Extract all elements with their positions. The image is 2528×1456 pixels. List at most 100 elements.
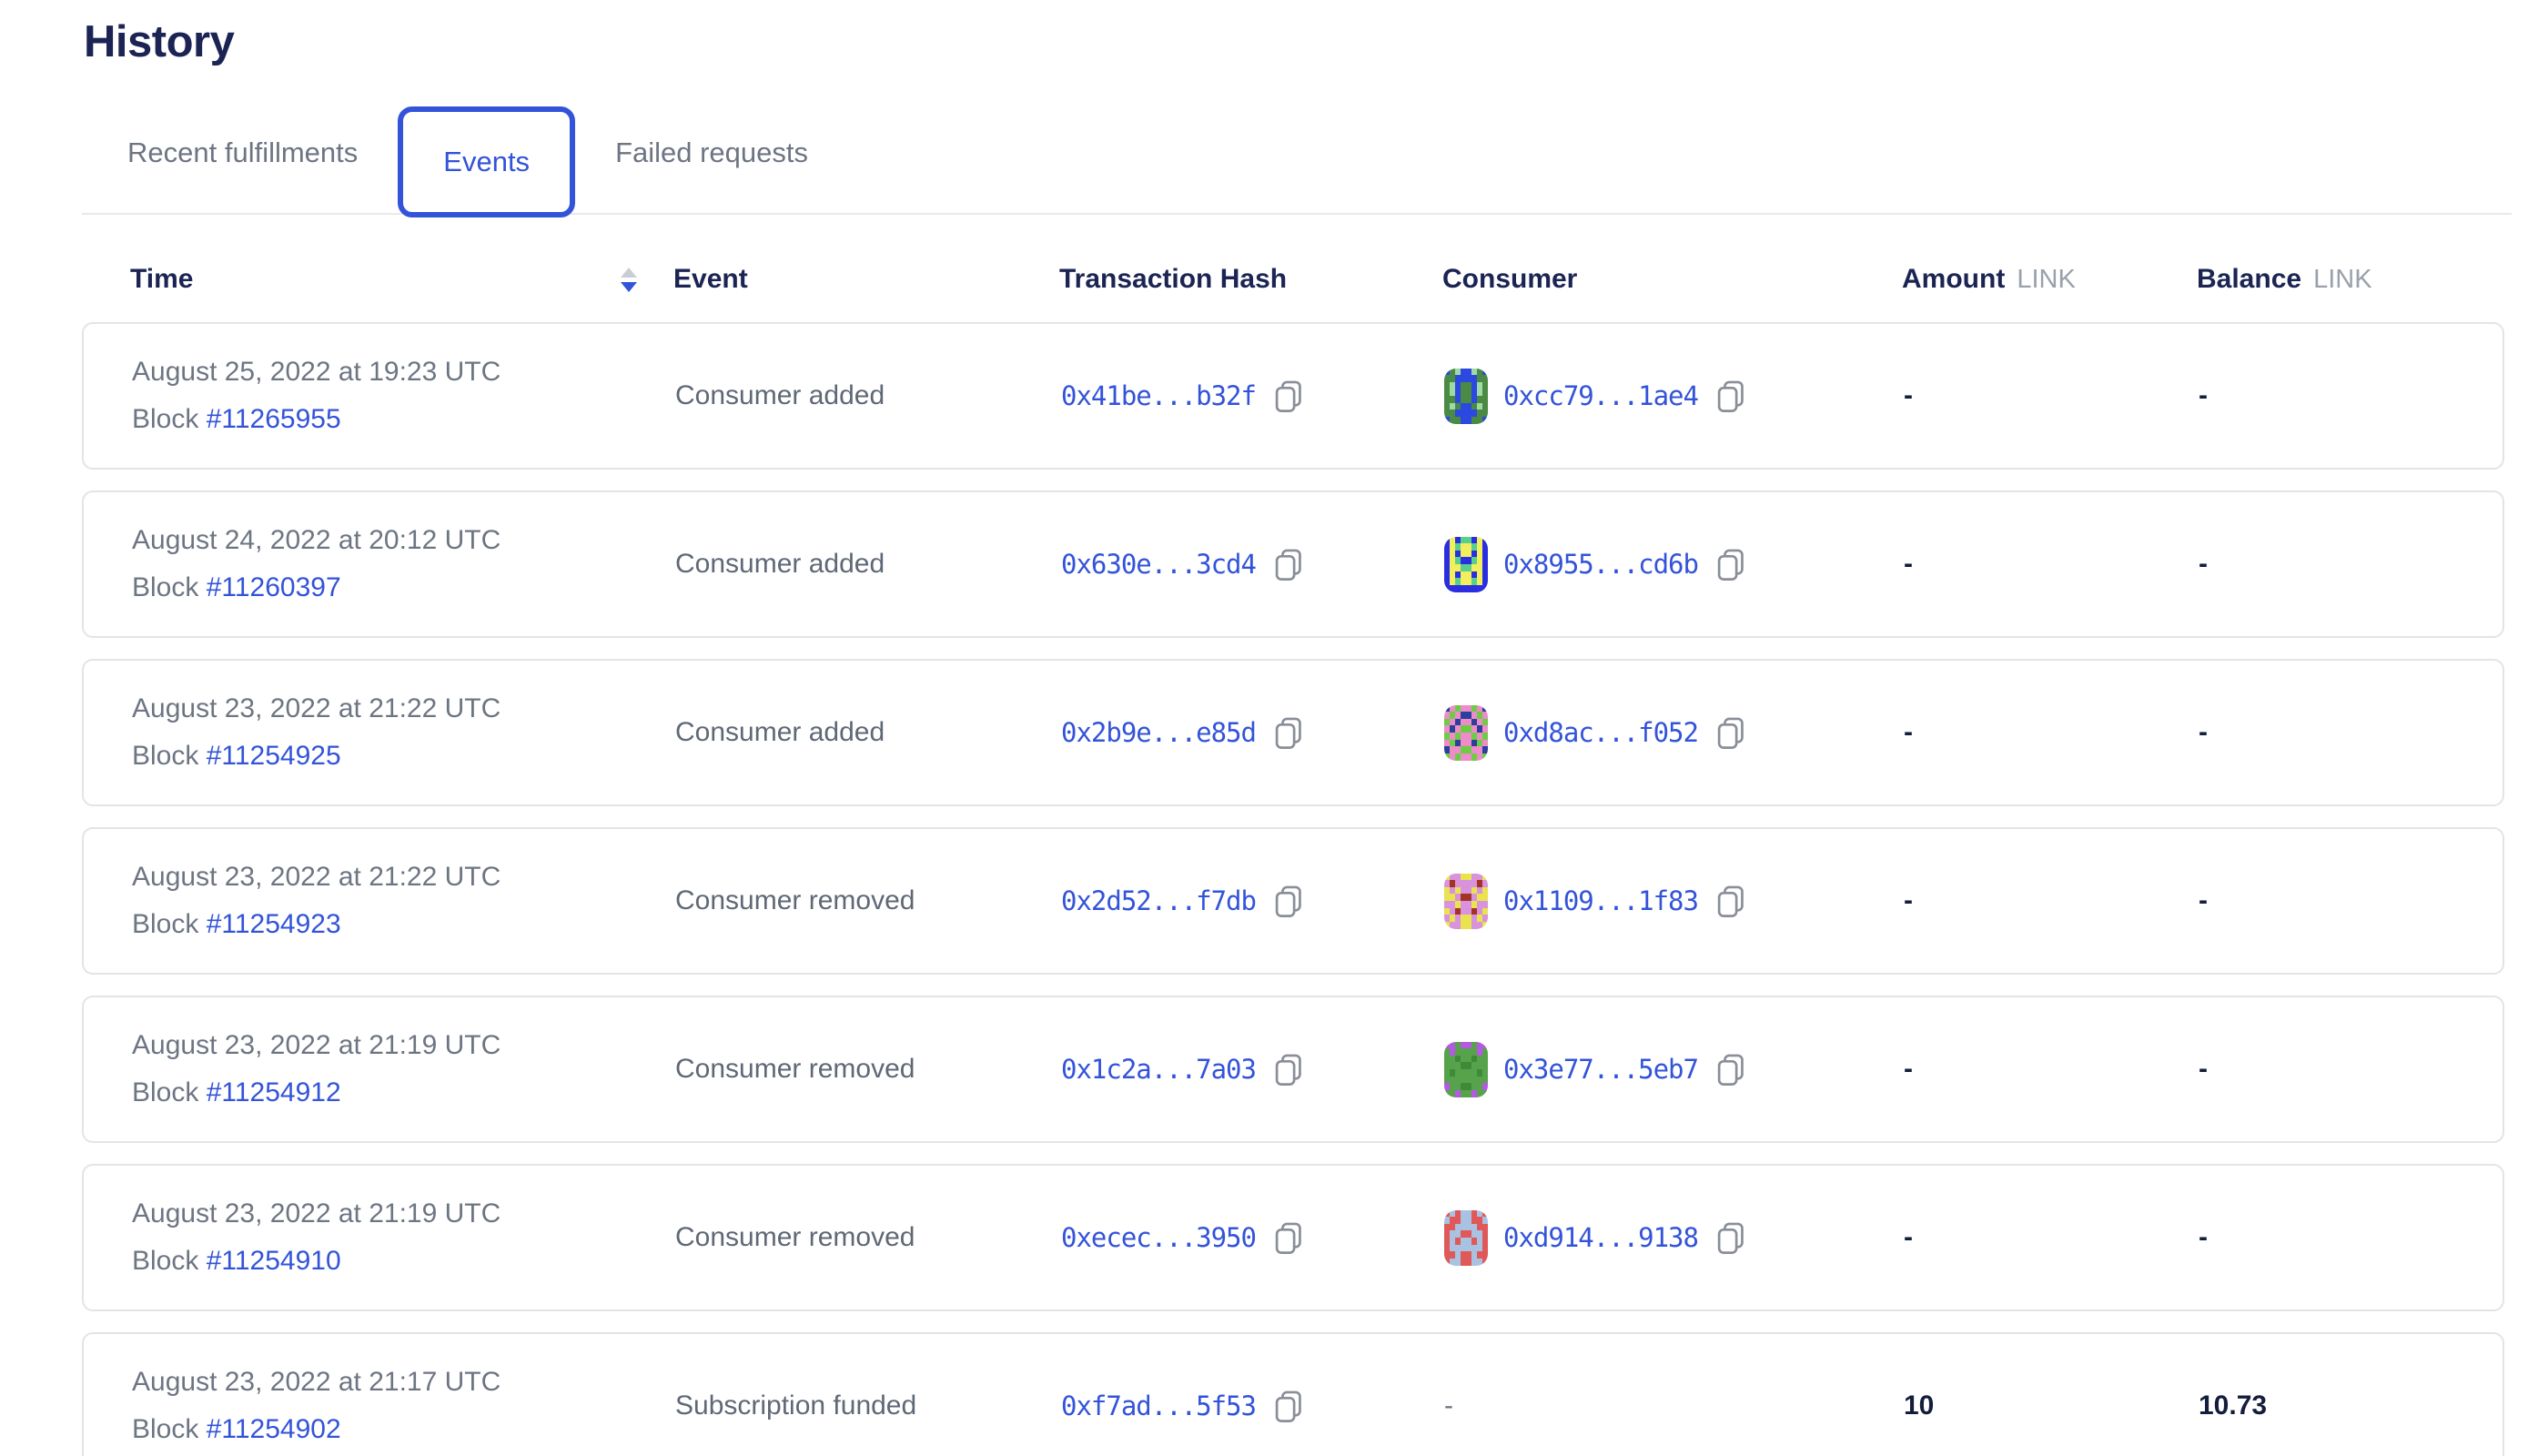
consumer-address-link[interactable]: 0xcc79...1ae4 [1503,380,1698,411]
amount-value: - [1904,549,2199,580]
row-date: August 23, 2022 at 21:19 UTC [132,1200,675,1228]
table-row: August 23, 2022 at 21:19 UTC Block #1125… [82,1164,2504,1311]
column-header-time[interactable]: Time [130,264,673,295]
tab-failed-requests[interactable]: Failed requests [615,136,808,169]
tab-events[interactable]: Events [398,106,575,217]
copy-icon[interactable] [1713,547,1747,581]
table-row: August 23, 2022 at 21:19 UTC Block #1125… [82,996,2504,1143]
balance-value: - [2199,1054,2503,1085]
table-row: August 23, 2022 at 21:22 UTC Block #1125… [82,827,2504,975]
tx-hash-link[interactable]: 0x630e...3cd4 [1061,549,1256,580]
copy-icon[interactable] [1270,1220,1305,1255]
table-row: August 23, 2022 at 21:17 UTC Block #1125… [82,1332,2504,1456]
block-label: Block [132,741,198,771]
block-number-link[interactable]: #11254902 [207,1414,341,1444]
block-label: Block [132,1414,198,1444]
history-page: History Recent fulfillments Events Faile… [0,16,2528,1456]
block-label: Block [132,572,198,602]
tx-hash-link[interactable]: 0x2d52...f7db [1061,885,1256,916]
table-row: August 24, 2022 at 20:12 UTC Block #1126… [82,490,2504,638]
copy-icon[interactable] [1270,884,1305,918]
column-header-transaction-hash: Transaction Hash [1059,264,1442,295]
consumer-avatar [1444,705,1488,761]
balance-value: - [2199,885,2503,916]
consumer-address-link[interactable]: 0x3e77...5eb7 [1503,1054,1698,1085]
event-type: Consumer removed [675,1222,1061,1253]
tab-recent-fulfillments[interactable]: Recent fulfillments [127,136,358,169]
copy-icon[interactable] [1713,884,1747,918]
copy-icon[interactable] [1713,1052,1747,1087]
amount-value: - [1904,1222,2199,1253]
row-date: August 24, 2022 at 20:12 UTC [132,527,675,554]
block-label: Block [132,1246,198,1276]
sort-descending-icon[interactable] [621,268,637,292]
tx-hash-link[interactable]: 0xecec...3950 [1061,1222,1256,1253]
consumer-empty: - [1444,1390,1453,1421]
tx-hash-link[interactable]: 0xf7ad...5f53 [1061,1390,1256,1421]
page-title: History [84,16,2528,67]
copy-icon[interactable] [1713,1220,1747,1255]
copy-icon[interactable] [1713,379,1747,413]
row-date: August 23, 2022 at 21:17 UTC [132,1369,675,1396]
amount-unit-label: LINK [2017,265,2075,294]
row-date: August 25, 2022 at 19:23 UTC [132,359,675,386]
consumer-address-link[interactable]: 0xd8ac...f052 [1503,717,1698,748]
block-number-link[interactable]: #11265955 [207,404,341,434]
amount-value: 10 [1904,1390,2199,1421]
balance-value: - [2199,380,2503,411]
consumer-address-link[interactable]: 0x8955...cd6b [1503,549,1698,580]
table-header: Time Event Transaction Hash Consumer Amo… [0,249,2528,309]
consumer-address-link[interactable]: 0xd914...9138 [1503,1222,1698,1253]
event-type: Subscription funded [675,1390,1061,1421]
tx-hash-link[interactable]: 0x41be...b32f [1061,380,1256,411]
row-date: August 23, 2022 at 21:19 UTC [132,1032,675,1059]
event-type: Consumer removed [675,885,1061,916]
consumer-avatar [1444,874,1488,929]
event-type: Consumer added [675,380,1061,411]
consumer-avatar [1444,1042,1488,1097]
block-number-link[interactable]: #11254910 [207,1246,341,1276]
row-date: August 23, 2022 at 21:22 UTC [132,864,675,891]
block-label: Block [132,1077,198,1107]
block-number-link[interactable]: #11254923 [207,909,341,939]
consumer-address-link[interactable]: 0x1109...1f83 [1503,885,1698,916]
amount-value: - [1904,885,2199,916]
copy-icon[interactable] [1270,715,1305,750]
table-row: August 25, 2022 at 19:23 UTC Block #1126… [82,322,2504,470]
copy-icon[interactable] [1270,547,1305,581]
column-header-time-label: Time [130,264,193,295]
consumer-avatar [1444,369,1488,424]
copy-icon[interactable] [1270,379,1305,413]
balance-value: - [2199,549,2503,580]
amount-value: - [1904,717,2199,748]
row-date: August 23, 2022 at 21:22 UTC [132,695,675,723]
block-number-link[interactable]: #11260397 [207,572,341,602]
column-header-event: Event [673,264,1059,295]
tab-bar: Recent fulfillments Events Failed reques… [0,91,2528,215]
copy-icon[interactable] [1270,1052,1305,1087]
block-number-link[interactable]: #11254925 [207,741,341,771]
tx-hash-link[interactable]: 0x1c2a...7a03 [1061,1054,1256,1085]
event-type: Consumer added [675,549,1061,580]
balance-unit-label: LINK [2313,265,2371,294]
copy-icon[interactable] [1270,1389,1305,1423]
column-header-balance: BalanceLINK [2197,264,2501,295]
balance-value: - [2199,717,2503,748]
balance-value: - [2199,1222,2503,1253]
block-label: Block [132,909,198,939]
table-body: August 25, 2022 at 19:23 UTC Block #1126… [0,309,2528,1456]
amount-value: - [1904,380,2199,411]
tx-hash-link[interactable]: 0x2b9e...e85d [1061,717,1256,748]
column-header-amount: AmountLINK [1902,264,2197,295]
column-header-consumer: Consumer [1442,264,1902,295]
copy-icon[interactable] [1713,715,1747,750]
event-type: Consumer removed [675,1054,1061,1085]
consumer-avatar [1444,1210,1488,1266]
consumer-avatar [1444,537,1488,592]
amount-value: - [1904,1054,2199,1085]
table-row: August 23, 2022 at 21:22 UTC Block #1125… [82,659,2504,806]
event-type: Consumer added [675,717,1061,748]
balance-value: 10.73 [2199,1390,2503,1421]
block-label: Block [132,404,198,434]
block-number-link[interactable]: #11254912 [207,1077,341,1107]
